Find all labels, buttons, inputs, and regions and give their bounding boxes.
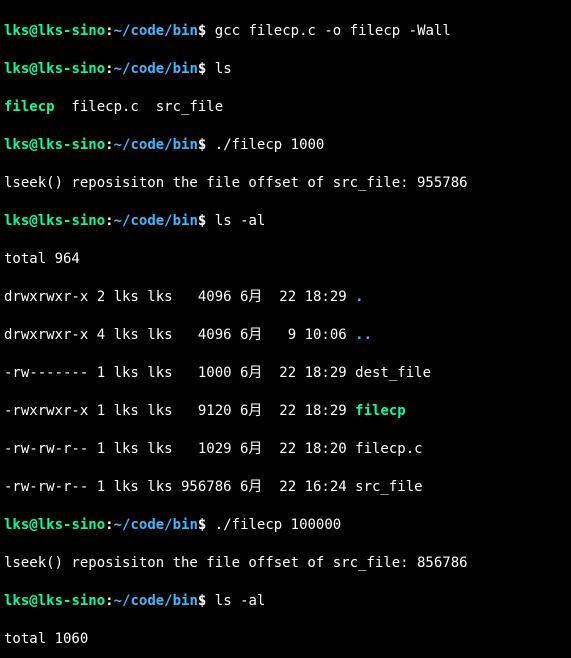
prompt-host: lks-sino	[38, 213, 105, 229]
prompt-host: lks-sino	[38, 517, 105, 533]
line-prompt-5: lks@lks-sino:~/code/bin$ ./filecp 100000	[4, 516, 567, 535]
lseek-output-1: lseek() reposisiton the file offset of s…	[4, 174, 567, 193]
prompt-at: @	[29, 213, 37, 229]
prompt-colon: :	[105, 593, 113, 609]
line-prompt-3: lks@lks-sino:~/code/bin$ ./filecp 1000	[4, 136, 567, 155]
total-1: total 964	[4, 250, 567, 269]
prompt-colon: :	[105, 23, 113, 39]
line-prompt-4: lks@lks-sino:~/code/bin$ ls -al	[4, 212, 567, 231]
ls-row-destfile: -rw------- 1 lks lks 1000 6月 22 18:29 de…	[4, 364, 567, 383]
command-gcc-text: gcc filecp.c -o filecp -Wall	[215, 23, 451, 39]
command-filecp-1000: ./filecp 1000	[215, 137, 325, 153]
command-ls: ls	[215, 61, 232, 77]
prompt-colon: :	[105, 213, 113, 229]
ls-output-1: filecp filecp.c src_file	[4, 98, 567, 117]
prompt-at: @	[29, 593, 37, 609]
ls-item-filecp: filecp	[4, 99, 55, 115]
prompt-path: ~/code/bin	[114, 593, 198, 609]
prompt-user: lks	[4, 137, 29, 153]
ls-row: drwxrwxr-x 2 lks lks 4096 6月 22 18:29 .	[4, 288, 567, 307]
ls-name-filecp: filecp	[355, 403, 406, 419]
prompt-user: lks	[4, 61, 29, 77]
command-filecp-100000: ./filecp 100000	[215, 517, 341, 533]
lseek-output-2: lseek() reposisiton the file offset of s…	[4, 554, 567, 573]
prompt-host: lks-sino	[38, 137, 105, 153]
prompt-colon: :	[105, 137, 113, 153]
prompt-user: lks	[4, 23, 29, 39]
prompt-path: ~/code/bin	[114, 61, 198, 77]
prompt-at: @	[29, 61, 37, 77]
command-gcc	[206, 23, 214, 39]
ls-item-rest: filecp.c src_file	[55, 99, 224, 115]
command-ls-al-2: ls -al	[215, 593, 266, 609]
ls-name-dotdot: ..	[355, 327, 372, 343]
total-2: total 1060	[4, 630, 567, 649]
line-prompt-6: lks@lks-sino:~/code/bin$ ls -al	[4, 592, 567, 611]
ls-row: -rwxrwxr-x 1 lks lks 9120 6月 22 18:29 fi…	[4, 402, 567, 421]
ls-row-srcfile: -rw-rw-r-- 1 lks lks 956786 6月 22 16:24 …	[4, 478, 567, 497]
prompt-user: lks	[4, 213, 29, 229]
prompt-path: ~/code/bin	[114, 213, 198, 229]
ls-meta: drwxrwxr-x 2 lks lks 4096 6月 22 18:29	[4, 289, 355, 305]
prompt-path: ~/code/bin	[114, 517, 198, 533]
prompt-user: lks	[4, 517, 29, 533]
command-ls-al-1: ls -al	[215, 213, 266, 229]
ls-row: drwxrwxr-x 4 lks lks 4096 6月 9 10:06 ..	[4, 326, 567, 345]
prompt-at: @	[29, 137, 37, 153]
terminal-window[interactable]: lks@lks-sino:~/code/bin$ gcc filecp.c -o…	[0, 0, 571, 658]
ls-name-dot: .	[355, 289, 363, 305]
prompt-at: @	[29, 23, 37, 39]
prompt-at: @	[29, 517, 37, 533]
ls-meta: -rwxrwxr-x 1 lks lks 9120 6月 22 18:29	[4, 403, 355, 419]
ls-meta: drwxrwxr-x 4 lks lks 4096 6月 9 10:06	[4, 327, 355, 343]
prompt-path: ~/code/bin	[114, 23, 198, 39]
prompt-host: lks-sino	[38, 61, 105, 77]
prompt-path: ~/code/bin	[114, 137, 198, 153]
line-prompt-1: lks@lks-sino:~/code/bin$ gcc filecp.c -o…	[4, 22, 567, 41]
prompt-host: lks-sino	[38, 23, 105, 39]
prompt-colon: :	[105, 517, 113, 533]
prompt-user: lks	[4, 593, 29, 609]
prompt-host: lks-sino	[38, 593, 105, 609]
prompt-colon: :	[105, 61, 113, 77]
line-prompt-2: lks@lks-sino:~/code/bin$ ls	[4, 60, 567, 79]
ls-row-filecpc: -rw-rw-r-- 1 lks lks 1029 6月 22 18:20 fi…	[4, 440, 567, 459]
